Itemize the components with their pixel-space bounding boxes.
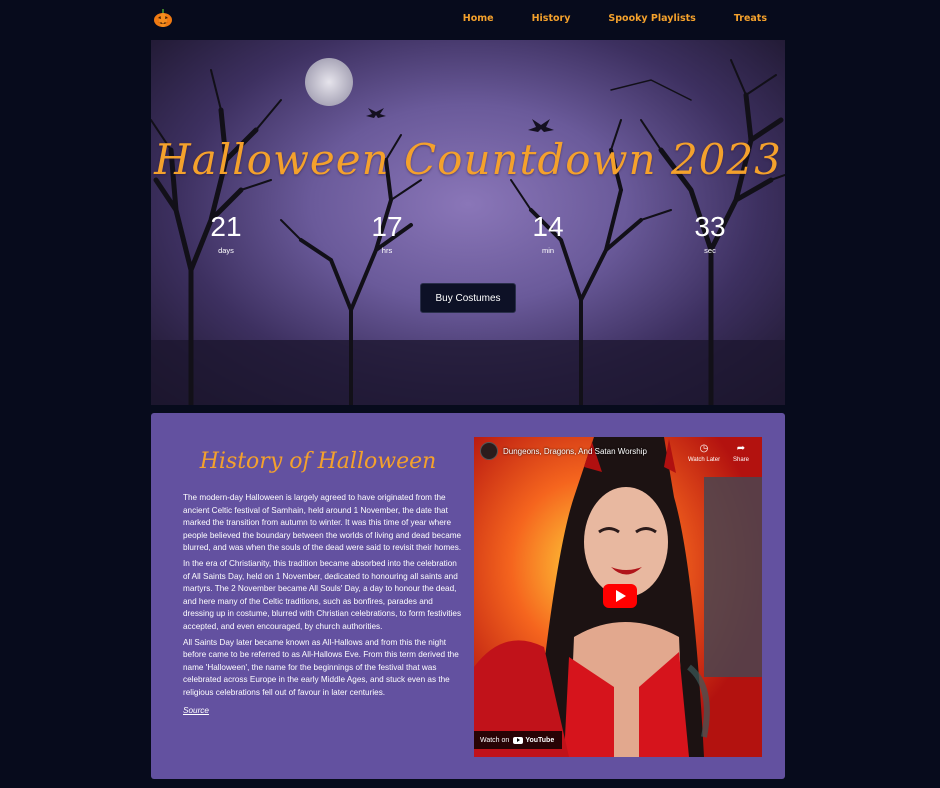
watch-later-button[interactable]: ◷ Watch Later — [684, 443, 724, 463]
youtube-logo-icon: YouTube — [513, 736, 555, 744]
countdown-seconds-value: 33 — [694, 211, 726, 242]
channel-avatar[interactable] — [480, 442, 498, 460]
history-paragraph: The modern-day Halloween is largely agre… — [183, 493, 462, 553]
countdown-minutes-value: 14 — [532, 211, 564, 242]
nav-links: Home History Spooky Playlists Treats — [425, 13, 767, 24]
countdown-days: 21 days — [196, 211, 256, 256]
history-section: History of Halloween The modern-day Hall… — [151, 413, 785, 779]
countdown-hours-label: hrs — [381, 246, 393, 255]
hero-section: Halloween Countdown 2023 21 days 17 hrs … — [151, 40, 785, 405]
countdown-seconds: 33 sec — [680, 211, 740, 256]
watch-later-label: Watch Later — [687, 457, 721, 463]
video-title[interactable]: Dungeons, Dragons, And Satan Worship — [503, 447, 647, 456]
nav-link-spooky-playlists[interactable]: Spooky Playlists — [608, 13, 695, 24]
nav-link-history[interactable]: History — [532, 13, 571, 24]
share-label: Share — [732, 457, 749, 463]
youtube-label: YouTube — [525, 736, 555, 744]
buy-costumes-button[interactable]: Buy Costumes — [420, 283, 516, 313]
clock-icon: ◷ — [699, 443, 709, 454]
history-paragraph: In the era of Christianity, this traditi… — [183, 558, 462, 631]
source-link[interactable]: Source — [183, 705, 209, 718]
watch-on-youtube-button[interactable]: Watch on YouTube — [474, 731, 563, 749]
countdown-hours: 17 hrs — [357, 211, 417, 256]
youtube-video-embed[interactable]: Dungeons, Dragons, And Satan Worship ◷ W… — [474, 437, 762, 757]
hero-title: Halloween Countdown 2023 — [154, 135, 782, 184]
countdown-days-label: days — [218, 246, 234, 255]
share-button[interactable]: ➦ Share — [721, 443, 761, 463]
play-icon — [616, 590, 626, 602]
countdown-days-value: 21 — [210, 211, 242, 242]
nav-link-home[interactable]: Home — [463, 13, 494, 24]
countdown-minutes: 14 min — [518, 211, 578, 256]
history-title: History of Halloween — [199, 449, 437, 474]
play-button[interactable] — [603, 584, 637, 608]
top-nav: Home History Spooky Playlists Treats — [151, 0, 785, 40]
countdown-minutes-label: min — [541, 246, 555, 255]
share-icon: ➦ — [736, 443, 746, 454]
pumpkin-icon[interactable] — [153, 8, 173, 28]
watch-on-label: Watch on — [480, 736, 510, 744]
history-paragraph: All Saints Day later became known as All… — [183, 637, 459, 697]
nav-link-treats[interactable]: Treats — [734, 13, 767, 24]
countdown-seconds-label: sec — [704, 246, 716, 255]
countdown-hours-value: 17 — [371, 211, 403, 242]
history-text: The modern-day Halloween is largely agre… — [183, 492, 463, 717]
